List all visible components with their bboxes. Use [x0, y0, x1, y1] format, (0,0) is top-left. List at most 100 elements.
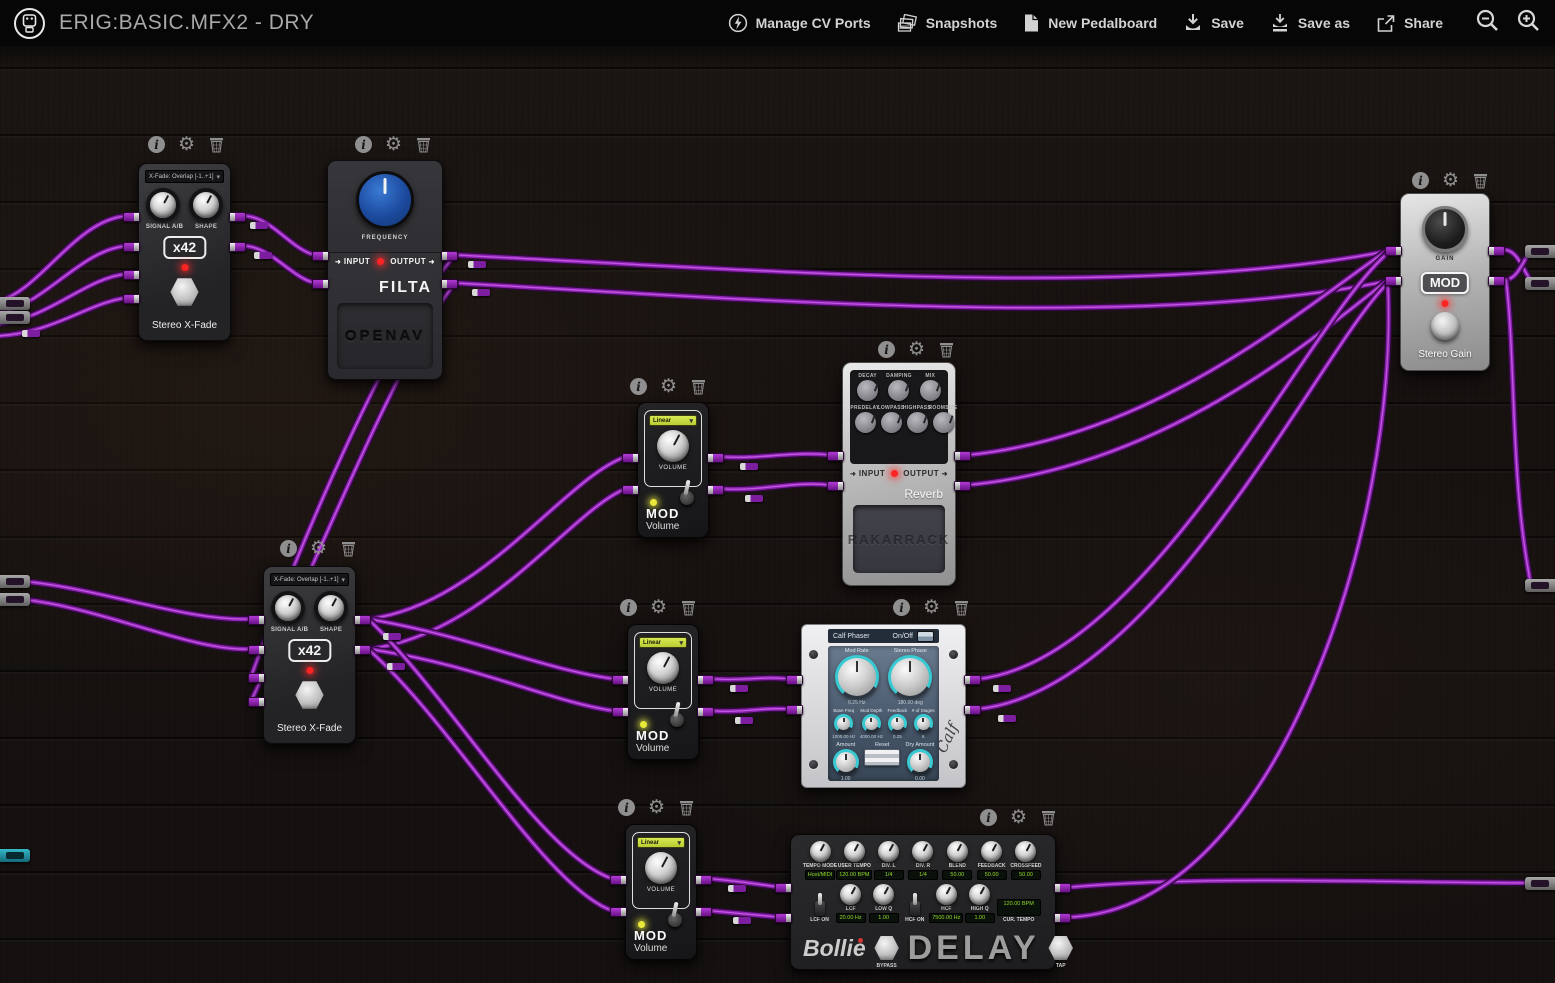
plugin-stereo-xfade-1[interactable]: X-Fade: Overlap [-1..+1] SIGNAL A/B SHAP… — [138, 163, 231, 341]
audio-input-jack[interactable] — [1385, 246, 1402, 256]
trash-icon[interactable] — [1040, 809, 1057, 826]
settings-gear-icon[interactable] — [310, 540, 327, 557]
mod-rate-knob[interactable] — [835, 655, 879, 699]
output-plug-stub[interactable] — [468, 261, 486, 268]
plugin-bollie-delay[interactable]: TEMPO MODEHost/MIDI USER TEMPO120.00 BPM… — [790, 834, 1056, 970]
hardware-playback-port[interactable] — [1525, 245, 1555, 258]
zoom-in-button[interactable] — [1516, 8, 1541, 38]
patch-cable[interactable] — [368, 649, 615, 711]
settings-gear-icon[interactable] — [648, 799, 665, 816]
settings-gear-icon[interactable] — [178, 136, 195, 153]
audio-input-jack[interactable] — [248, 645, 265, 655]
output-plug-stub[interactable] — [254, 252, 272, 259]
info-icon[interactable] — [280, 540, 297, 557]
plugin-filta[interactable]: FREQUENCY INPUT OUTPUT FILTA OPENAV — [327, 160, 443, 380]
patch-cable[interactable] — [715, 709, 789, 712]
audio-input-jack[interactable] — [827, 451, 844, 461]
trash-icon[interactable] — [340, 540, 357, 557]
audio-input-jack[interactable] — [612, 675, 629, 685]
audio-input-jack[interactable] — [123, 270, 140, 280]
plugin-mod-volume-2[interactable]: Linear VOLUME MOD Volume — [627, 624, 699, 760]
audio-output-jack[interactable] — [697, 707, 714, 717]
new-pedalboard-button[interactable]: New Pedalboard — [1023, 13, 1157, 33]
hardware-capture-port[interactable] — [0, 311, 30, 324]
audio-output-jack[interactable] — [1054, 883, 1071, 893]
patch-cable[interactable] — [725, 454, 830, 457]
frequency-knob[interactable] — [356, 171, 414, 229]
settings-gear-icon[interactable] — [1010, 809, 1027, 826]
output-plug-stub[interactable] — [735, 717, 753, 724]
output-plug-stub[interactable] — [387, 663, 405, 670]
patch-cable[interactable] — [978, 283, 1388, 709]
info-icon[interactable] — [893, 599, 910, 616]
share-button[interactable]: Share — [1376, 14, 1443, 33]
patch-cable[interactable] — [368, 619, 613, 879]
audio-output-jack[interactable] — [954, 481, 971, 491]
manage-cv-ports-button[interactable]: Manage CV Ports — [728, 13, 871, 33]
trash-icon[interactable] — [680, 599, 697, 616]
mod-depth-knob[interactable] — [862, 714, 881, 733]
info-icon[interactable] — [1412, 172, 1429, 189]
hardware-playback-port[interactable] — [1525, 277, 1555, 290]
hcf-knob[interactable] — [936, 884, 957, 905]
toggle-switch[interactable] — [680, 491, 694, 505]
audio-output-jack[interactable] — [695, 875, 712, 885]
feedback-knob[interactable] — [888, 714, 907, 733]
audio-input-jack[interactable] — [123, 242, 140, 252]
volume-knob[interactable] — [647, 652, 679, 684]
audio-output-jack[interactable] — [354, 645, 371, 655]
highpass-knob[interactable] — [907, 412, 928, 433]
audio-output-jack[interactable] — [1488, 246, 1505, 256]
audio-input-jack[interactable] — [610, 875, 627, 885]
footswitch[interactable] — [295, 680, 325, 710]
stages-knob[interactable] — [914, 714, 933, 733]
audio-output-jack[interactable] — [441, 251, 458, 261]
settings-gear-icon[interactable] — [660, 378, 677, 395]
patch-cable[interactable] — [455, 251, 1388, 278]
patch-cable[interactable] — [368, 649, 613, 911]
mod-logo-icon[interactable] — [14, 8, 45, 39]
patch-cable[interactable] — [368, 619, 615, 679]
output-plug-stub[interactable] — [383, 633, 401, 640]
output-plug-stub[interactable] — [998, 715, 1016, 722]
lcf-on-switch[interactable] — [815, 901, 825, 916]
patch-cable[interactable] — [1506, 280, 1531, 585]
hardware-capture-port[interactable] — [0, 593, 30, 606]
output-plug-stub[interactable] — [733, 917, 751, 924]
trash-icon[interactable] — [208, 136, 225, 153]
treadle[interactable]: OPENAV — [337, 303, 433, 369]
plugin-stereo-xfade-2[interactable]: X-Fade: Overlap [-1..+1] SIGNAL A/B SHAP… — [263, 566, 356, 744]
hardware-capture-port[interactable] — [0, 575, 30, 588]
plugin-stereo-gain[interactable]: GAIN MOD Stereo Gain — [1400, 193, 1490, 371]
trash-icon[interactable] — [678, 799, 695, 816]
hcf-on-switch[interactable] — [910, 901, 920, 916]
audio-output-jack[interactable] — [229, 242, 246, 252]
audio-output-jack[interactable] — [707, 485, 724, 495]
audio-input-jack[interactable] — [312, 279, 329, 289]
predelay-knob[interactable] — [855, 412, 876, 433]
audio-input-jack[interactable] — [786, 675, 803, 685]
hardware-capture-port[interactable] — [0, 297, 30, 310]
audio-input-jack[interactable] — [775, 883, 792, 893]
audio-input-jack[interactable] — [786, 705, 803, 715]
patch-cable[interactable] — [715, 678, 789, 679]
audio-input-jack[interactable] — [612, 707, 629, 717]
volume-knob[interactable] — [657, 430, 689, 462]
trash-icon[interactable] — [415, 136, 432, 153]
audio-output-jack[interactable] — [707, 453, 724, 463]
patch-cable[interactable] — [1072, 286, 1389, 917]
info-icon[interactable] — [630, 378, 647, 395]
audio-output-jack[interactable] — [354, 615, 371, 625]
curve-dropdown[interactable]: Linear — [649, 415, 697, 426]
signal-ab-knob[interactable] — [146, 188, 180, 222]
damping-knob[interactable] — [888, 380, 909, 401]
patch-cable[interactable] — [0, 598, 251, 649]
plugin-reverb[interactable]: DECAY DAMPING MIX PREDELAY LOWPASS HIGHP… — [842, 362, 956, 586]
snapshots-button[interactable]: Snapshots — [897, 14, 998, 33]
footswitch[interactable] — [1431, 312, 1459, 340]
plugin-calf-phaser[interactable]: Calf Calf Phaser On/Off Mod Rate 0.25 Hz… — [801, 624, 966, 788]
audio-input-jack[interactable] — [123, 294, 140, 304]
dry-amount-knob[interactable] — [907, 749, 933, 775]
audio-output-jack[interactable] — [1054, 913, 1071, 923]
output-plug-stub[interactable] — [728, 885, 746, 892]
